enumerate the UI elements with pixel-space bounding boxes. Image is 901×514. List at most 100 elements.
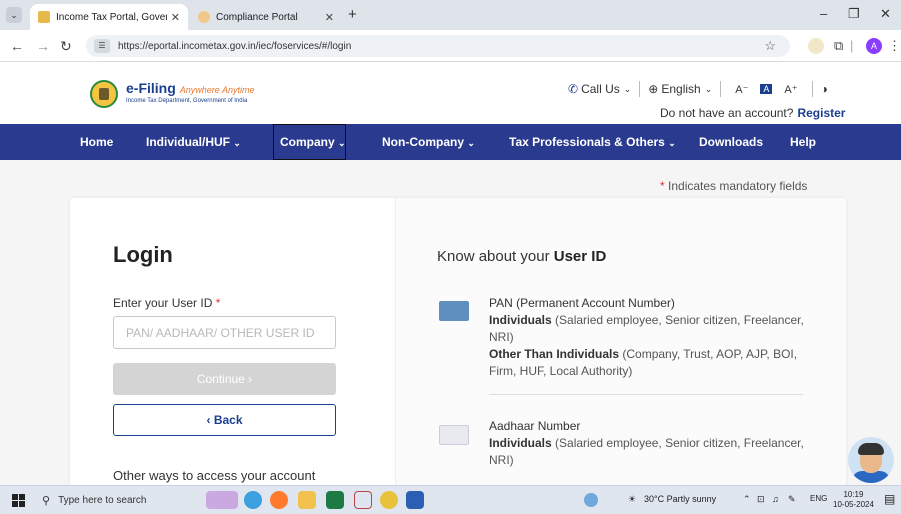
language-select[interactable]: ⊕ English ⌄ — [648, 82, 712, 96]
taskbar-clock[interactable]: 10:19 10-05-2024 — [833, 490, 874, 510]
new-tab-icon[interactable]: + — [348, 6, 357, 23]
forward-arrow-icon[interactable]: → — [36, 38, 50, 54]
back-button[interactable]: ‹ Back — [113, 404, 336, 436]
help-icon[interactable] — [584, 493, 598, 507]
emblem-favicon-icon — [38, 11, 50, 23]
browser-menu-icon[interactable]: ⋮ — [888, 38, 901, 54]
pan-other: Other Than Individuals (Company, Trust, … — [489, 346, 809, 380]
call-us-button[interactable]: ✆ Call Us ⌄ — [568, 82, 631, 96]
divider — [720, 81, 722, 97]
aadhaar-individuals: Individuals (Salaried employee, Senior c… — [489, 435, 809, 469]
register-prompt: Do not have an account? Register — [660, 106, 845, 120]
pan-ind-label: Individuals — [489, 313, 552, 327]
user-id-label: Enter your User ID * — [113, 296, 220, 310]
profile-avatar[interactable]: A — [866, 38, 882, 54]
aadhaar-info: Aadhaar Number Individuals (Salaried emp… — [489, 418, 809, 469]
close-tab-icon[interactable]: ✕ — [171, 11, 180, 24]
excel-icon[interactable] — [326, 491, 344, 509]
windows-start-icon[interactable] — [12, 494, 25, 507]
chrome-icon[interactable] — [380, 491, 398, 509]
compliance-favicon-icon — [198, 11, 210, 23]
notification-icon[interactable]: ▤ — [884, 492, 895, 506]
firefox-icon[interactable] — [270, 491, 288, 509]
user-id-label-text: Enter your User ID — [113, 296, 213, 310]
globe-icon: ⊕ — [648, 82, 659, 96]
maximize-icon[interactable]: ❐ — [848, 6, 860, 22]
back-arrow-icon[interactable]: ← — [10, 38, 24, 54]
clock-time: 10:19 — [843, 490, 864, 499]
taskbar-widget-icon[interactable] — [206, 491, 238, 509]
aadhaar-card-icon — [439, 425, 469, 445]
logo-title-text: e-Filing — [126, 80, 176, 96]
edge-browser-icon[interactable] — [244, 491, 262, 509]
divider — [639, 81, 641, 97]
page-content: e-Filing Anywhere Anytime Income Tax Depa… — [0, 62, 901, 485]
phone-icon: ✆ — [568, 82, 579, 96]
main-navigation: Home Individual/HUF ⌄ Company ⌄ Non-Comp… — [0, 124, 901, 160]
extensions-puzzle-icon[interactable]: ⧉ — [834, 38, 843, 54]
volume-icon[interactable]: ♫ — [772, 494, 779, 504]
login-title: Login — [113, 242, 173, 267]
extension-icon[interactable] — [808, 38, 824, 54]
taskbar-search[interactable]: ⚲ Type here to search — [42, 490, 197, 511]
font-default-button[interactable]: A — [760, 84, 773, 94]
no-account-text: Do not have an account? — [660, 106, 794, 120]
chevron-down-icon: ⌄ — [233, 138, 241, 148]
contrast-icon[interactable]: ◑ — [821, 82, 828, 96]
efiling-logo-title[interactable]: e-Filing Anywhere Anytime — [126, 80, 254, 96]
bookmark-star-icon[interactable]: ☆ — [764, 38, 776, 54]
tab-title: Income Tax Portal, Government — [56, 11, 167, 23]
font-decrease-button[interactable]: A⁻ — [735, 83, 748, 96]
nav-label: Company — [280, 135, 335, 149]
chevron-down-icon: ⌄ — [338, 138, 346, 148]
url-text: https://eportal.incometax.gov.in/iec/fos… — [118, 40, 352, 52]
reload-icon[interactable]: ↻ — [60, 38, 72, 55]
mandatory-text: Indicates mandatory fields — [668, 179, 808, 193]
nav-label: Non-Company — [382, 135, 464, 149]
network-icon[interactable]: ⊡ — [757, 494, 765, 505]
file-explorer-icon[interactable] — [298, 491, 316, 509]
nav-individual-huf[interactable]: Individual/HUF ⌄ — [146, 124, 241, 160]
continue-button[interactable]: Continue › — [113, 363, 336, 395]
nav-downloads[interactable]: Downloads — [699, 124, 763, 160]
user-id-info-panel: Know about your User ID PAN (Permanent A… — [395, 198, 846, 485]
toolbar-divider: | — [850, 38, 854, 53]
minimize-icon[interactable]: – — [820, 6, 827, 21]
language-label: English — [661, 82, 701, 96]
nav-non-company[interactable]: Non-Company ⌄ — [382, 124, 475, 160]
weather-text[interactable]: 30°C Partly sunny — [644, 494, 716, 504]
address-bar[interactable]: ☰ https://eportal.incometax.gov.in/iec/f… — [86, 35, 790, 57]
tab-income-tax-portal[interactable]: Income Tax Portal, Government ✕ — [30, 4, 188, 30]
search-icon: ⚲ — [42, 495, 51, 507]
chatbot-hair — [858, 443, 884, 455]
aadhaar-heading: Aadhaar Number — [489, 419, 581, 433]
user-id-input[interactable] — [113, 316, 336, 349]
utility-bar: ✆ Call Us ⌄ ⊕ English ⌄ A⁻ A A⁺ ◑ — [568, 80, 828, 98]
chatbot-avatar-button[interactable] — [848, 437, 894, 483]
national-emblem-logo[interactable] — [90, 80, 118, 108]
register-link[interactable]: Register — [797, 106, 845, 120]
font-increase-button[interactable]: A⁺ — [784, 83, 797, 96]
tray-chevron-icon[interactable]: ⌃ — [743, 494, 751, 505]
tab-search-dropdown-icon[interactable]: ⌄ — [6, 7, 22, 23]
close-tab-icon[interactable]: ✕ — [325, 11, 334, 24]
nav-company[interactable]: Company ⌄ — [273, 124, 346, 160]
chevron-down-icon: ⌄ — [623, 83, 632, 94]
divider — [489, 394, 803, 395]
pen-icon[interactable]: ✎ — [788, 494, 796, 505]
paint-icon[interactable] — [354, 491, 372, 509]
close-window-icon[interactable]: ✕ — [880, 6, 891, 22]
nav-home[interactable]: Home — [80, 124, 113, 160]
aadhaar-ind-label: Individuals — [489, 436, 552, 450]
mandatory-fields-note: * Indicates mandatory fields — [660, 179, 807, 193]
word-icon[interactable] — [406, 491, 424, 509]
logo-subtitle: Income Tax Department, Government of Ind… — [126, 98, 248, 104]
tab-compliance-portal[interactable]: Compliance Portal ✕ — [190, 4, 342, 30]
browser-toolbar: ← → ↻ ☰ https://eportal.incometax.gov.in… — [0, 30, 901, 62]
nav-tax-professionals[interactable]: Tax Professionals & Others ⌄ — [509, 124, 676, 160]
nav-help[interactable]: Help — [790, 124, 816, 160]
site-info-icon[interactable]: ☰ — [94, 39, 110, 53]
input-language[interactable]: ENG — [810, 494, 827, 503]
tab-title: Compliance Portal — [216, 11, 298, 23]
weather-icon[interactable]: ☀ — [628, 494, 636, 505]
